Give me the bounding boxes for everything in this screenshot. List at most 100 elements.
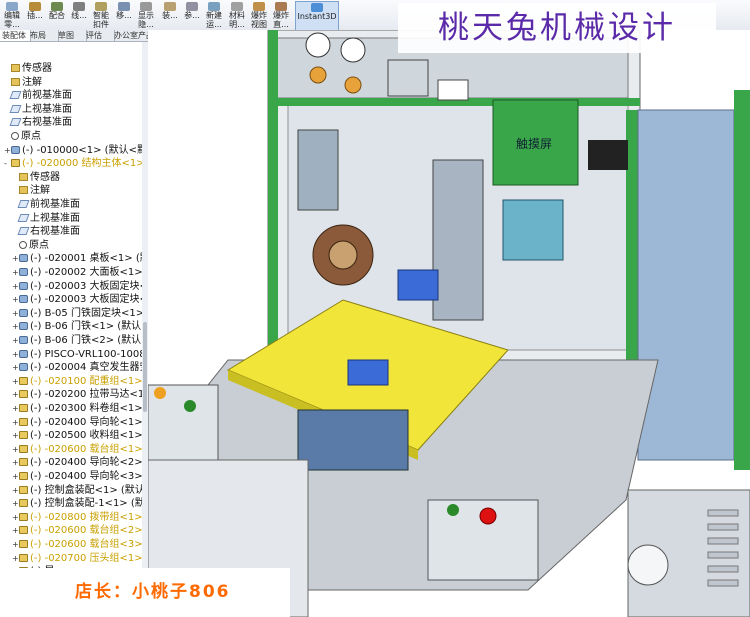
toolbar-button-6[interactable]: 显示隐... bbox=[136, 1, 156, 29]
tree-expander[interactable]: + bbox=[12, 552, 19, 565]
tree-item[interactable]: + (-) -020001 桌板<1> (默 bbox=[12, 252, 142, 265]
tree-item[interactable]: 传感器 bbox=[4, 62, 52, 75]
tree-expander[interactable]: + bbox=[12, 307, 19, 320]
toolbar-button-5[interactable]: 移... bbox=[114, 1, 134, 29]
tree-expander[interactable]: + bbox=[12, 538, 19, 551]
toolbar-button-12[interactable]: 爆炸直... bbox=[271, 1, 291, 29]
tree-item[interactable]: + (-) -020400 导向轮<1> ( bbox=[12, 416, 142, 429]
tree-item[interactable]: + (-) B-06 门铁<2> (默认< bbox=[12, 334, 142, 347]
toolbar-button-2[interactable]: 配合 bbox=[47, 1, 67, 29]
tree-expander[interactable]: + bbox=[12, 402, 19, 415]
toolbar-button-9[interactable]: 新建运... bbox=[204, 1, 224, 29]
tree-expander[interactable]: + bbox=[12, 375, 19, 388]
part-icon bbox=[19, 363, 28, 372]
tab-1[interactable]: 布局 bbox=[28, 30, 59, 41]
part-icon bbox=[19, 322, 28, 331]
toolbar-icon bbox=[275, 2, 287, 11]
tree-expander[interactable]: + bbox=[12, 429, 19, 442]
tree-item[interactable]: + (-) PISCO-VRL100-1008 bbox=[12, 348, 142, 361]
tree-expander[interactable]: + bbox=[12, 348, 19, 361]
asm-icon bbox=[19, 526, 28, 535]
tree-item[interactable]: + (-) -020400 导向轮<2> ( bbox=[12, 456, 142, 469]
tree-expander[interactable]: - bbox=[4, 157, 11, 170]
tab-2[interactable]: 草图 bbox=[56, 30, 87, 41]
toolbar-button-7[interactable]: 装... bbox=[160, 1, 180, 29]
tree-expander[interactable]: + bbox=[12, 511, 19, 524]
tree-expander[interactable]: + bbox=[12, 497, 19, 510]
tree-item[interactable]: 原点 bbox=[4, 130, 41, 143]
toolbar-button-11[interactable]: 爆炸视图 bbox=[249, 1, 269, 29]
tree-expander[interactable]: + bbox=[12, 416, 19, 429]
scrollbar-thumb[interactable] bbox=[143, 322, 147, 412]
toolbar-icon bbox=[231, 2, 243, 11]
tree-item[interactable]: + (-) -010000<1> (默认<默认 bbox=[4, 144, 142, 157]
tree-item[interactable]: 前视基准面 bbox=[12, 198, 80, 211]
tree-expander[interactable]: + bbox=[12, 280, 19, 293]
tree-item[interactable]: + (-) 控制盒装配<1> (默认 bbox=[12, 484, 143, 497]
tree-item[interactable]: + (-) -020003 大板固定块<2 bbox=[12, 293, 142, 306]
tree-item-label: (-) 控制盒装配<1> (默认 bbox=[30, 484, 143, 496]
asm-icon bbox=[19, 444, 28, 453]
tree-item-label: (-) -020700 压头组<1> bbox=[30, 552, 143, 564]
fold-icon bbox=[19, 172, 28, 181]
pt-icon bbox=[11, 132, 19, 140]
tree-expander[interactable]: + bbox=[12, 524, 19, 537]
toolbar-button-13[interactable]: Instant3D bbox=[295, 1, 339, 31]
toolbar-icon bbox=[6, 2, 18, 11]
toolbar-button-0[interactable]: 编辑零... bbox=[2, 1, 22, 29]
tree-item[interactable]: + (-) -020500 收料组<1> ( bbox=[12, 429, 142, 442]
tree-expander[interactable]: + bbox=[12, 456, 19, 469]
tree-expander[interactable]: + bbox=[12, 388, 19, 401]
tree-item[interactable]: 注解 bbox=[4, 76, 42, 89]
tree-expander[interactable]: + bbox=[12, 443, 19, 456]
tree-expander[interactable]: + bbox=[12, 470, 19, 483]
tree-item[interactable]: + (-) -020600 载台组<1> ( bbox=[12, 443, 142, 456]
tree-item[interactable]: 原点 bbox=[12, 239, 49, 252]
tree-item[interactable]: + (-) -020700 压头组<1> bbox=[12, 552, 143, 565]
toolbar-button-3[interactable]: 线... bbox=[69, 1, 89, 29]
gauge-1 bbox=[305, 32, 331, 58]
toolbar-button-4[interactable]: 智能扣件 bbox=[91, 1, 111, 29]
toolbar-button-1[interactable]: 插... bbox=[25, 1, 45, 29]
tab-0[interactable]: 装配体 bbox=[0, 30, 31, 41]
tree-item[interactable]: 右视基准面 bbox=[12, 225, 80, 238]
tree-expander[interactable]: + bbox=[12, 320, 19, 333]
tree-item[interactable]: + (-) -020300 料卷组<1> ( bbox=[12, 402, 142, 415]
graphics-viewport[interactable]: 触摸屏 bbox=[148, 30, 750, 617]
tree-item[interactable]: + (-) -020004 真空发生器安 bbox=[12, 361, 142, 374]
tree-item[interactable]: + (-) -020600 载台组<2> bbox=[12, 524, 142, 537]
tree-item[interactable]: - (-) -020000 结构主体<1> bbox=[4, 157, 142, 170]
asm-icon bbox=[11, 159, 20, 168]
feature-manager-tree[interactable]: 传感器 注解 前视基准面 上视基准面 右视基准面 原点 + (-) -010000<1> (默… bbox=[0, 42, 143, 617]
tree-item[interactable]: + (-) -020200 拉带马达<1> bbox=[12, 388, 142, 401]
asm-icon bbox=[19, 390, 28, 399]
tree-item[interactable]: + (-) -020400 导向轮<3> ( bbox=[12, 470, 142, 483]
tree-expander[interactable]: + bbox=[12, 252, 19, 265]
tree-item[interactable]: + (-) -020003 大板固定块<1 bbox=[12, 280, 142, 293]
tree-expander[interactable]: + bbox=[12, 484, 19, 497]
tree-item[interactable]: 注解 bbox=[12, 184, 50, 197]
tab-3[interactable]: 评估 bbox=[84, 30, 115, 41]
tree-item[interactable]: + (-) B-05 门铁固定块<1> ( bbox=[12, 307, 142, 320]
tree-item[interactable]: 右视基准面 bbox=[4, 116, 72, 129]
asm-icon bbox=[19, 485, 28, 494]
tree-expander[interactable]: + bbox=[12, 361, 19, 374]
tree-expander[interactable]: + bbox=[12, 293, 19, 306]
tree-item[interactable]: + (-) -020100 配重组<1> ( bbox=[12, 375, 142, 388]
tree-expander[interactable]: + bbox=[12, 334, 19, 347]
tree-item[interactable]: 传感器 bbox=[12, 171, 60, 184]
tree-expander[interactable]: + bbox=[12, 266, 19, 279]
toolbar-button-8[interactable]: 参... bbox=[182, 1, 202, 29]
tree-item[interactable]: 上视基准面 bbox=[4, 103, 72, 116]
tree-item[interactable]: + (-) -020002 大面板<1> ( bbox=[12, 266, 142, 279]
tree-item-label: 原点 bbox=[29, 239, 49, 251]
tree-item[interactable]: + (-) 控制盒装配-1<1> (默 bbox=[12, 497, 142, 510]
toolbar-button-10[interactable]: 材料明... bbox=[227, 1, 247, 29]
tree-item[interactable]: + (-) B-06 门铁<1> (默认< bbox=[12, 320, 142, 333]
tree-item[interactable]: 上视基准面 bbox=[12, 212, 80, 225]
tree-item[interactable]: + (-) -020600 载台组<3> bbox=[12, 538, 142, 551]
tree-item[interactable]: 前视基准面 bbox=[4, 89, 72, 102]
tree-item-label: (-) -010000<1> (默认<默认 bbox=[22, 144, 142, 156]
tree-expander[interactable]: + bbox=[4, 144, 11, 157]
tree-item[interactable]: + (-) -020800 拨带组<1> bbox=[12, 511, 142, 524]
